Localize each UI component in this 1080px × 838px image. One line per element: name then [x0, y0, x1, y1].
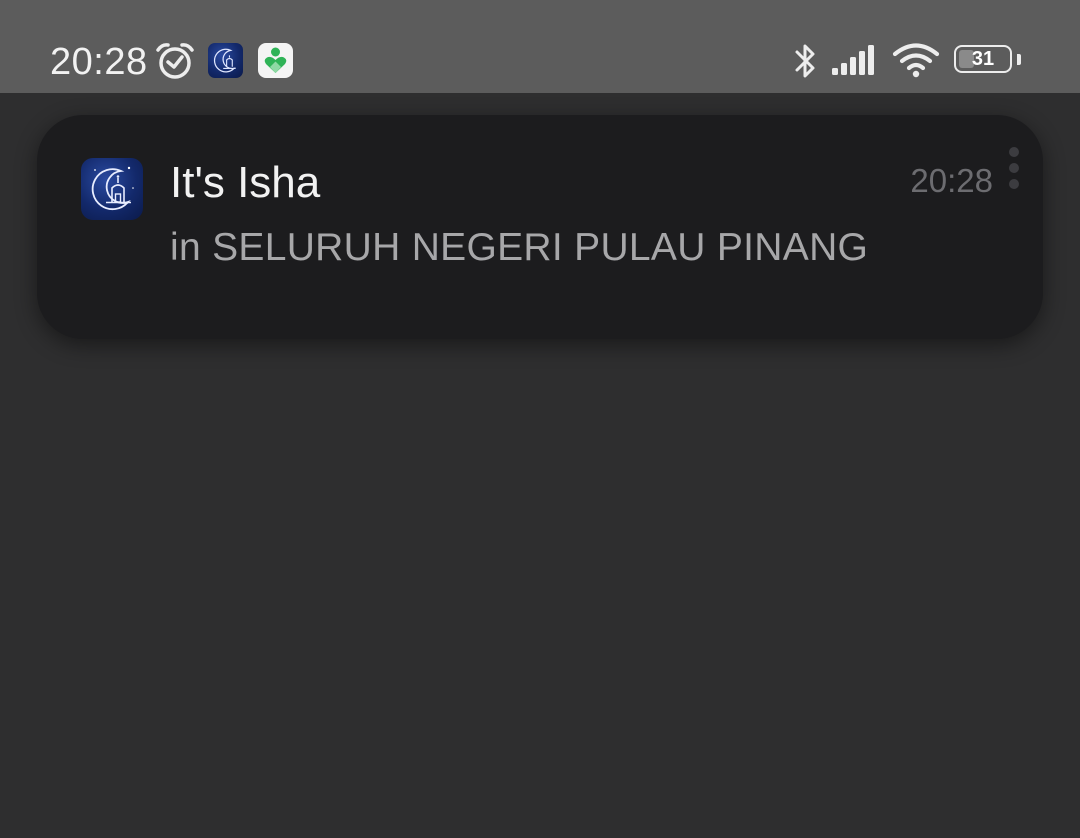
- wifi-icon: [892, 42, 940, 78]
- cellular-signal-icon: [830, 44, 880, 76]
- crescent-mosque-icon: [81, 158, 143, 220]
- battery-icon: 31: [954, 45, 1012, 73]
- health-app-icon: [258, 43, 293, 78]
- bluetooth-icon: [791, 41, 821, 81]
- alarm-icon: [154, 41, 196, 81]
- battery-terminal: [1017, 54, 1021, 65]
- notification-title: It's Isha: [170, 158, 321, 207]
- status-bar: 20:28 31: [0, 0, 1080, 93]
- more-vertical-icon[interactable]: [1009, 147, 1021, 193]
- notification-time: 20:28: [910, 162, 993, 199]
- battery-level-text: 31: [971, 48, 995, 70]
- battery-indicator: 31: [954, 45, 1021, 75]
- status-time: 20:28: [50, 41, 148, 83]
- notification-card[interactable]: It's Isha in SELURUH NEGERI PULAU PINANG…: [37, 115, 1043, 339]
- notification-body: in SELURUH NEGERI PULAU PINANG: [170, 226, 869, 269]
- prayer-app-icon: [208, 43, 243, 78]
